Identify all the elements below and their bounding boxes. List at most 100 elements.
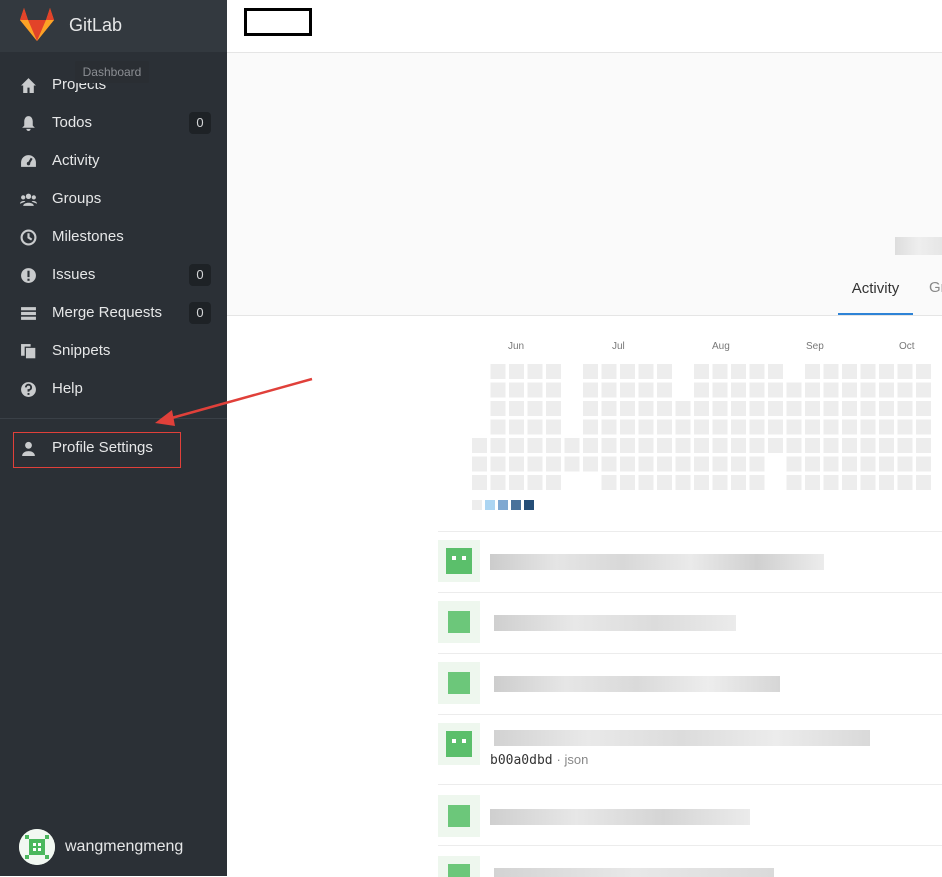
calendar-day-cell[interactable]: [897, 475, 913, 490]
calendar-day-cell[interactable]: [768, 419, 783, 435]
calendar-day-cell[interactable]: [638, 382, 654, 398]
current-user[interactable]: wangmengmeng: [19, 829, 227, 865]
calendar-day-cell[interactable]: [546, 419, 561, 435]
calendar-day-cell[interactable]: [490, 419, 506, 435]
sidebar-item-issues[interactable]: Issues 0: [0, 256, 227, 294]
gitlab-logo-icon[interactable]: [18, 6, 56, 42]
calendar-day-cell[interactable]: [842, 438, 857, 453]
sidebar-item-merge-requests[interactable]: Merge Requests 0: [0, 294, 227, 332]
calendar-day-cell[interactable]: [731, 419, 746, 435]
calendar-day-cell[interactable]: [749, 475, 765, 490]
calendar-day-cell[interactable]: [712, 382, 728, 398]
calendar-day-cell[interactable]: [694, 475, 709, 490]
calendar-day-cell[interactable]: [916, 364, 931, 379]
calendar-day-cell[interactable]: [638, 456, 654, 472]
calendar-day-cell[interactable]: [638, 401, 654, 416]
calendar-day-cell[interactable]: [842, 475, 857, 490]
avatar[interactable]: [438, 601, 480, 643]
calendar-day-cell[interactable]: [823, 382, 839, 398]
calendar-day-cell[interactable]: [675, 401, 691, 416]
calendar-day-cell[interactable]: [712, 401, 728, 416]
calendar-day-cell[interactable]: [916, 438, 931, 453]
calendar-day-cell[interactable]: [490, 475, 506, 490]
calendar-day-cell[interactable]: [879, 382, 894, 398]
calendar-day-cell[interactable]: [527, 456, 543, 472]
calendar-day-cell[interactable]: [601, 382, 617, 398]
calendar-day-cell[interactable]: [823, 401, 839, 416]
sidebar-item-todos[interactable]: Todos 0: [0, 104, 227, 142]
calendar-day-cell[interactable]: [786, 401, 802, 416]
calendar-day-cell[interactable]: [527, 419, 543, 435]
sidebar-item-milestones[interactable]: Milestones: [0, 218, 227, 256]
calendar-day-cell[interactable]: [583, 401, 598, 416]
calendar-day-cell[interactable]: [879, 364, 894, 379]
sidebar-item-help[interactable]: Help: [0, 370, 227, 408]
calendar-day-cell[interactable]: [897, 456, 913, 472]
calendar-day-cell[interactable]: [583, 364, 598, 379]
calendar-day-cell[interactable]: [620, 438, 635, 453]
calendar-day-cell[interactable]: [657, 419, 672, 435]
calendar-day-cell[interactable]: [620, 401, 635, 416]
calendar-day-cell[interactable]: [527, 382, 543, 398]
calendar-day-cell[interactable]: [583, 382, 598, 398]
calendar-day-cell[interactable]: [620, 419, 635, 435]
calendar-day-cell[interactable]: [842, 401, 857, 416]
calendar-day-cell[interactable]: [731, 401, 746, 416]
calendar-day-cell[interactable]: [860, 401, 876, 416]
calendar-day-cell[interactable]: [768, 364, 783, 379]
calendar-day-cell[interactable]: [731, 456, 746, 472]
calendar-day-cell[interactable]: [564, 456, 580, 472]
calendar-day-cell[interactable]: [805, 419, 820, 435]
calendar-day-cell[interactable]: [823, 456, 839, 472]
calendar-day-cell[interactable]: [805, 364, 820, 379]
calendar-day-cell[interactable]: [694, 438, 709, 453]
calendar-day-cell[interactable]: [749, 419, 765, 435]
calendar-day-cell[interactable]: [509, 401, 524, 416]
list-item[interactable]: [438, 845, 942, 877]
calendar-day-cell[interactable]: [583, 456, 598, 472]
list-item[interactable]: [438, 592, 942, 654]
calendar-day-cell[interactable]: [509, 419, 524, 435]
calendar-day-cell[interactable]: [916, 419, 931, 435]
calendar-day-cell[interactable]: [490, 364, 506, 379]
calendar-day-cell[interactable]: [694, 401, 709, 416]
list-item[interactable]: [438, 714, 942, 785]
calendar-day-cell[interactable]: [546, 382, 561, 398]
list-item[interactable]: [438, 653, 942, 715]
calendar-day-cell[interactable]: [805, 456, 820, 472]
calendar-day-cell[interactable]: [675, 419, 691, 435]
calendar-day-cell[interactable]: [823, 364, 839, 379]
calendar-day-cell[interactable]: [675, 475, 691, 490]
calendar-day-cell[interactable]: [916, 475, 931, 490]
calendar-day-cell[interactable]: [712, 364, 728, 379]
calendar-day-cell[interactable]: [749, 382, 765, 398]
calendar-day-cell[interactable]: [860, 438, 876, 453]
calendar-day-cell[interactable]: [675, 438, 691, 453]
calendar-day-cell[interactable]: [527, 401, 543, 416]
calendar-day-cell[interactable]: [546, 401, 561, 416]
calendar-day-cell[interactable]: [731, 364, 746, 379]
calendar-day-cell[interactable]: [879, 419, 894, 435]
calendar-day-cell[interactable]: [694, 456, 709, 472]
calendar-day-cell[interactable]: [842, 364, 857, 379]
calendar-day-cell[interactable]: [620, 364, 635, 379]
calendar-day-cell[interactable]: [712, 456, 728, 472]
calendar-day-cell[interactable]: [749, 456, 765, 472]
calendar-day-cell[interactable]: [509, 364, 524, 379]
calendar-day-cell[interactable]: [583, 438, 598, 453]
calendar-day-cell[interactable]: [527, 475, 543, 490]
sidebar-item-groups[interactable]: Groups: [0, 180, 227, 218]
calendar-day-cell[interactable]: [490, 401, 506, 416]
calendar-day-cell[interactable]: [916, 401, 931, 416]
calendar-day-cell[interactable]: [657, 438, 672, 453]
avatar[interactable]: [438, 723, 480, 765]
calendar-day-cell[interactable]: [842, 456, 857, 472]
calendar-day-cell[interactable]: [546, 438, 561, 453]
calendar-day-cell[interactable]: [805, 401, 820, 416]
calendar-day-cell[interactable]: [638, 364, 654, 379]
calendar-day-cell[interactable]: [731, 438, 746, 453]
calendar-day-cell[interactable]: [638, 419, 654, 435]
calendar-day-cell[interactable]: [879, 401, 894, 416]
calendar-day-cell[interactable]: [620, 475, 635, 490]
calendar-day-cell[interactable]: [786, 382, 802, 398]
